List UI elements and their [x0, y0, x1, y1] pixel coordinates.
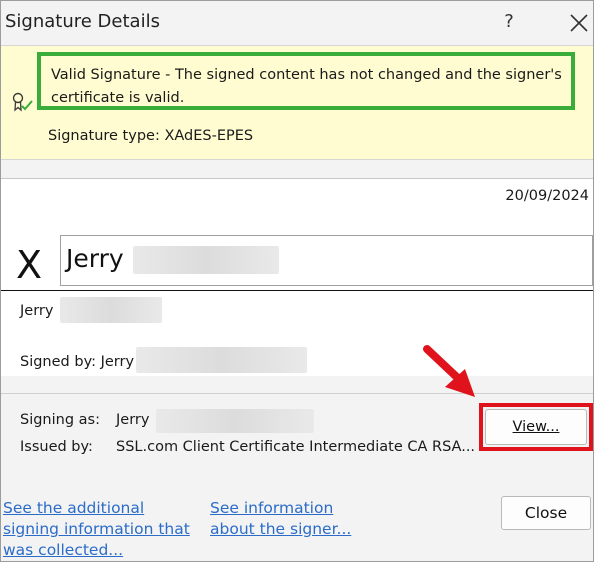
signing-as-value: Jerry: [116, 412, 150, 428]
title-bar: Signature Details ?: [1, 1, 593, 45]
signature-badge-icon: [10, 92, 34, 114]
help-button[interactable]: ?: [497, 9, 521, 35]
signed-by: Signed by: Jerry: [20, 354, 135, 370]
signature-type: Signature type: XAdES-EPES: [48, 128, 254, 144]
view-certificate-button[interactable]: View...: [485, 409, 587, 445]
signature-name: Jerry: [66, 244, 124, 273]
validity-banner: Valid Signature - The signed content has…: [1, 45, 593, 160]
signature-date: 20/09/2024: [505, 188, 589, 204]
signing-as-label: Signing as:: [20, 412, 100, 428]
signer-name: Jerry: [20, 303, 54, 319]
signer-info-panel: Jerry Signed by: Jerry: [1, 291, 593, 376]
signature-x-mark: X: [16, 243, 43, 287]
additional-info-link[interactable]: See the additional signing information t…: [3, 498, 203, 561]
issued-by-value: SSL.com Client Certificate Intermediate …: [116, 439, 476, 455]
close-x-icon[interactable]: [565, 9, 593, 37]
red-arrow-icon: [415, 341, 485, 405]
redacted-surname: [133, 246, 279, 274]
redacted-signer-surname: [60, 297, 162, 323]
valid-signature-highlight: Valid Signature - The signed content has…: [37, 52, 575, 110]
signer-info-link[interactable]: See information about the signer...: [210, 498, 382, 540]
redacted-signed-by-surname: [136, 347, 307, 373]
redacted-signing-as-surname: [156, 409, 314, 433]
issued-by-label: Issued by:: [20, 439, 93, 455]
signature-image-box: Jerry: [60, 235, 593, 286]
close-button[interactable]: Close: [501, 496, 591, 530]
valid-signature-text: Valid Signature - The signed content has…: [51, 67, 562, 106]
signature-line-panel: 20/09/2024 X Jerry: [1, 178, 593, 292]
signature-details-dialog: Signature Details ? Valid Signature - Th…: [0, 0, 594, 562]
dialog-title: Signature Details: [5, 11, 160, 32]
